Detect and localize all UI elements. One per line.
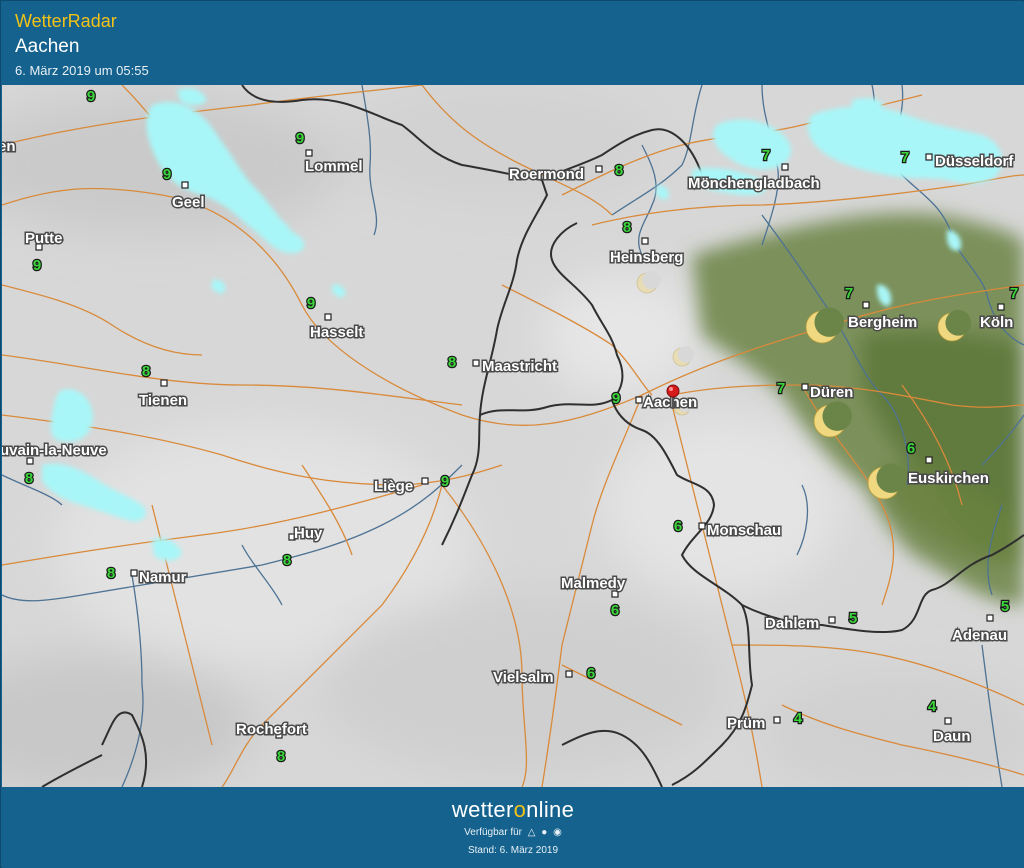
- city-marker: [925, 153, 933, 161]
- temperature-label: 9: [87, 88, 95, 105]
- city-label: Köln: [980, 314, 1013, 331]
- city-label: Lommel: [305, 158, 363, 175]
- temperature-label: 6: [587, 665, 595, 682]
- temperature-label: 7: [1010, 285, 1018, 302]
- temperature-label: 9: [612, 390, 620, 407]
- app-frame: WetterRadar Aachen 6. März 2019 um 05:55: [0, 0, 1024, 868]
- temperature-label: 7: [777, 380, 785, 397]
- city-label: Roermond: [509, 166, 584, 183]
- temperature-label: 6: [674, 518, 682, 535]
- radar-map[interactable]: Lommel 9 Geel 9 Putte 9 Hasselt 9 Tienen 8 uvain-l…: [2, 85, 1024, 787]
- radar-timestamp: 6. März 2019 um 05:55: [15, 63, 149, 78]
- city-marker: [565, 670, 573, 678]
- city-marker: [773, 716, 781, 724]
- temperature-label: 8: [277, 748, 285, 765]
- partial-city-label: en: [2, 138, 16, 155]
- temperature-label: 5: [849, 610, 857, 627]
- temperature-label: 4: [794, 710, 803, 727]
- android-icon[interactable]: △: [528, 827, 536, 838]
- brand-text-wetter: wetter: [451, 797, 514, 822]
- brand-logo[interactable]: wetteronline: [2, 797, 1024, 823]
- city-label: Daun: [933, 728, 971, 745]
- pin-highlight: [669, 387, 673, 391]
- data-stand: Stand: 6. März 2019: [467, 845, 559, 856]
- city-marker: [181, 181, 189, 189]
- temperature-label: 7: [762, 147, 770, 164]
- city-label: Dahlem: [765, 615, 819, 632]
- temperature-label: 9: [163, 166, 171, 183]
- city-label: Prüm: [727, 715, 765, 732]
- city-marker: [828, 616, 836, 624]
- city-label: Bergheim: [848, 314, 917, 331]
- temperature-label: 8: [623, 219, 631, 236]
- temperature-label: 8: [283, 552, 291, 569]
- map-canvas[interactable]: Lommel9Geel9Putte9Hasselt9Tienen8uvain-l…: [2, 85, 1024, 787]
- city-label: Düren: [810, 384, 853, 401]
- availability-line: Verfügbar für △ ● ◉: [2, 827, 1024, 838]
- city-marker: [997, 303, 1005, 311]
- city-marker: [595, 165, 603, 173]
- available-label: Verfügbar für: [464, 827, 522, 838]
- city-label: Heinsberg: [610, 249, 683, 266]
- city-marker: [421, 477, 429, 485]
- city-marker: [305, 149, 313, 157]
- temperature-label: 5: [1001, 598, 1009, 615]
- temperature-label: 6: [907, 440, 915, 457]
- city-label: Maastricht: [482, 358, 557, 375]
- temperature-label: 8: [142, 363, 150, 380]
- city-label: Malmedy: [561, 575, 626, 592]
- temperature-label: 8: [615, 162, 623, 179]
- city-marker: [801, 383, 809, 391]
- city-label: Monschau: [707, 522, 781, 539]
- city-label: uvain-la-Neuve: [2, 442, 107, 459]
- temperature-label: 6: [611, 602, 619, 619]
- city-marker: [130, 569, 138, 577]
- city-marker: [925, 456, 933, 464]
- city-label: Vielsalm: [493, 669, 554, 686]
- city-label: Geel: [172, 194, 205, 211]
- city-label: Adenau: [952, 627, 1007, 644]
- brand-text-nline: nline: [526, 797, 575, 822]
- temperature-label: 9: [296, 130, 304, 147]
- city-label: Hasselt: [310, 324, 363, 341]
- app-title: WetterRadar: [15, 11, 117, 31]
- header: WetterRadar Aachen 6. März 2019 um 05:55: [2, 2, 1024, 85]
- apple-icon[interactable]: ●: [541, 827, 547, 838]
- city-marker: [635, 396, 643, 404]
- city-label: Mönchengladbach: [688, 175, 820, 192]
- city-marker: [944, 717, 952, 725]
- temperature-label: 7: [901, 149, 909, 166]
- temperature-label: 8: [107, 565, 115, 582]
- city-marker: [698, 522, 706, 530]
- location-title: Aachen: [15, 36, 80, 57]
- temperature-label: 8: [448, 354, 456, 371]
- temperature-label: 9: [307, 295, 315, 312]
- city-label: Huy: [294, 525, 323, 542]
- city-label: Namur: [139, 569, 187, 586]
- temperature-label: 7: [845, 285, 853, 302]
- city-label: Putte: [25, 230, 63, 247]
- brand-text-o: o: [513, 797, 527, 822]
- pin-head: [666, 384, 680, 398]
- city-label: Liège: [374, 478, 413, 495]
- city-marker: [781, 163, 789, 171]
- city-marker: [641, 237, 649, 245]
- city-label: Euskirchen: [908, 470, 989, 487]
- city-label: Tienen: [139, 392, 187, 409]
- city-label: Düsseldorf: [935, 153, 1014, 170]
- city-marker: [472, 359, 480, 367]
- temperature-label: 8: [25, 470, 33, 487]
- temperature-label: 9: [33, 257, 41, 274]
- city-marker: [160, 379, 168, 387]
- temperature-label: 9: [441, 473, 449, 490]
- web-icon[interactable]: ◉: [553, 827, 562, 838]
- temperature-label: 4: [928, 698, 937, 715]
- city-marker: [862, 301, 870, 309]
- footer: wetteronline Verfügbar für △ ● ◉ Stand: …: [2, 787, 1024, 868]
- city-marker: [324, 313, 332, 321]
- city-label: Rochefort: [236, 721, 307, 738]
- city-marker: [986, 614, 994, 622]
